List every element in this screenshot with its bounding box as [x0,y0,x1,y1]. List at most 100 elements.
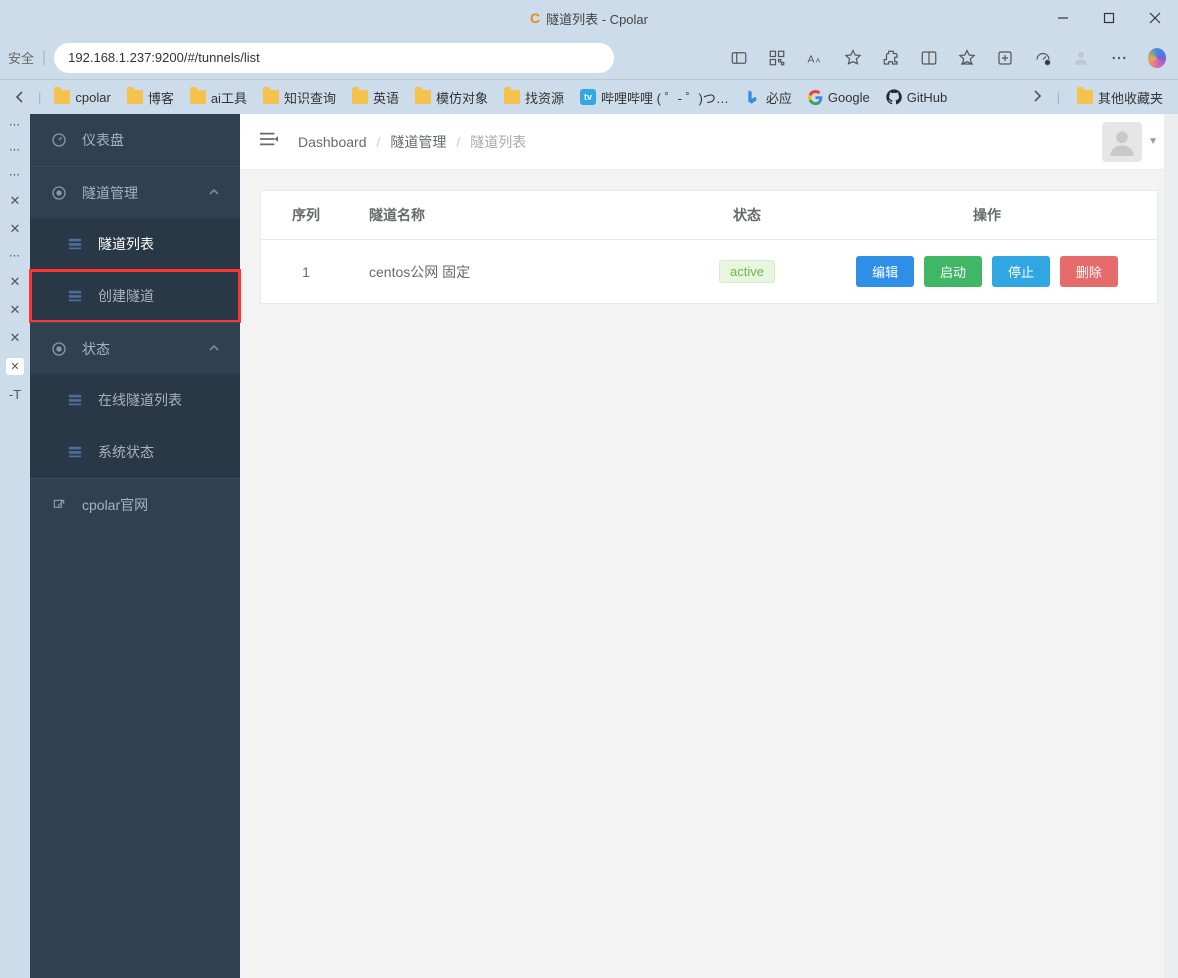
url-text: 192.168.1.237:9200/#/tunnels/list [68,50,260,65]
sidebar-label: 仪表盘 [82,130,124,150]
bookmark-google[interactable]: Google [801,87,877,108]
performance-icon[interactable] [1034,49,1052,67]
edit-button[interactable]: 编辑 [856,256,914,287]
bookmark-resources[interactable]: 找资源 [497,85,571,110]
sidebar-label: 状态 [82,339,110,359]
content-body: 序列 隧道名称 状态 操作 1 centos公网 固定 active [240,170,1178,324]
qr-icon[interactable] [768,49,786,67]
bookmark-imitate[interactable]: 模仿对象 [408,85,495,110]
svg-text:A: A [808,53,815,65]
table-row: 1 centos公网 固定 active 编辑 启动 停止 删除 [261,240,1157,304]
bookmarks-separator: | [38,90,41,105]
gutter-close-icon[interactable]: ✕ [10,274,21,290]
bookmark-english[interactable]: 英语 [345,85,406,110]
gutter-dots[interactable]: ⋯ [9,168,21,181]
stop-button[interactable]: 停止 [992,256,1050,287]
addressbar-icons: AA [730,49,1170,67]
browser-scrollbar[interactable] [1164,114,1178,978]
th-status: 状态 [677,191,817,240]
sidebar-toggle-icon[interactable] [260,131,278,152]
cell-status: active [677,240,817,304]
bookmark-blog[interactable]: 博客 [120,85,181,110]
bookmark-bing[interactable]: 必应 [738,85,799,110]
breadcrumb-root[interactable]: Dashboard [298,134,367,150]
folder-icon [190,90,206,104]
svg-text:A: A [816,57,821,64]
gutter-active-tab[interactable]: ✕ [6,358,23,375]
security-label: 安全 [8,48,34,67]
nav-back-icon[interactable] [8,85,32,109]
sidebar-tunnels-list[interactable]: 隧道列表 [30,218,240,270]
folder-icon [1077,90,1093,104]
folder-icon [54,90,70,104]
window-title: C 隧道列表 - Cpolar [530,9,648,28]
bookmark-github[interactable]: GitHub [879,86,954,108]
list-icon [68,445,84,459]
close-button[interactable] [1132,0,1178,36]
breadcrumb-separator: / [456,134,460,150]
sidebar-status-online[interactable]: 在线隧道列表 [30,374,240,426]
collections-icon[interactable] [996,49,1014,67]
sidebar-dashboard[interactable]: 仪表盘 [30,114,240,166]
translate-icon[interactable] [730,49,748,67]
favorites-list-icon[interactable] [958,49,976,67]
breadcrumb-group[interactable]: 隧道管理 [390,132,446,152]
maximize-button[interactable] [1086,0,1132,36]
start-button[interactable]: 启动 [924,256,982,287]
sidebar-label: 系统状态 [98,442,154,462]
chevron-up-icon [208,185,220,201]
avatar [1102,122,1142,162]
bookmark-cpolar[interactable]: cpolar [47,87,117,108]
split-icon[interactable] [920,49,938,67]
cell-index: 1 [261,240,351,304]
bookmark-ai-tools[interactable]: ai工具 [183,85,254,110]
sidebar: 仪表盘 隧道管理 隧道列表 创建隧道 状态 [30,114,240,978]
menu-icon[interactable] [1110,49,1128,67]
sidebar-status-system[interactable]: 系统状态 [30,426,240,478]
user-menu[interactable]: ▼ [1102,122,1158,162]
gutter-close-icon[interactable]: ✕ [10,193,21,209]
gutter-label: -T [9,387,21,402]
breadcrumb-current: 隧道列表 [470,132,526,152]
gutter-close-icon[interactable]: ✕ [10,302,21,318]
breadcrumb-separator: / [377,134,381,150]
sidebar-status-group[interactable]: 状态 [30,322,240,374]
sidebar-official[interactable]: cpolar官网 [30,478,240,530]
window-title-text: 隧道列表 - Cpolar [546,9,648,28]
text-size-icon[interactable]: AA [806,49,824,67]
bookmark-bilibili[interactable]: tv哔哩哔哩 ( ゜- ゜)つ… [573,85,736,110]
minimize-button[interactable] [1040,0,1086,36]
cell-name: centos公网 固定 [351,240,677,304]
folder-icon [263,90,279,104]
gutter-dots[interactable]: ⋯ [9,143,21,156]
dashboard-icon [50,132,68,148]
tunnels-icon [50,185,68,201]
bookmark-knowledge[interactable]: 知识查询 [256,85,343,110]
url-input[interactable]: 192.168.1.237:9200/#/tunnels/list [54,43,614,73]
sidebar-tunnels-create[interactable]: 创建隧道 [30,270,240,322]
favorite-icon[interactable] [844,49,862,67]
profile-icon[interactable] [1072,49,1090,67]
sidebar-label: 隧道管理 [82,183,138,203]
external-link-icon [50,498,68,512]
extensions-icon[interactable] [882,49,900,67]
gutter-dots[interactable]: ⋯ [9,118,21,131]
github-icon [886,89,902,105]
sidebar-label: cpolar官网 [82,495,148,515]
chevron-up-icon [208,341,220,357]
window-controls [1040,0,1178,36]
gutter-close-icon[interactable]: ✕ [10,330,21,346]
th-ops: 操作 [817,191,1157,240]
sidebar-tunnels-group[interactable]: 隧道管理 [30,166,240,218]
copilot-icon[interactable] [1148,49,1166,67]
th-index: 序列 [261,191,351,240]
gutter-dots[interactable]: ⋯ [9,249,21,262]
content-topbar: Dashboard / 隧道管理 / 隧道列表 ▼ [240,114,1178,170]
status-badge: active [719,260,775,283]
gutter-close-icon[interactable]: ✕ [10,221,21,237]
bookmarks-overflow-chevron[interactable] [1027,86,1047,109]
window-titlebar: C 隧道列表 - Cpolar [0,0,1178,36]
bookmark-other[interactable]: 其他收藏夹 [1070,85,1170,110]
delete-button[interactable]: 删除 [1060,256,1118,287]
cpolar-c-icon: C [530,10,540,26]
